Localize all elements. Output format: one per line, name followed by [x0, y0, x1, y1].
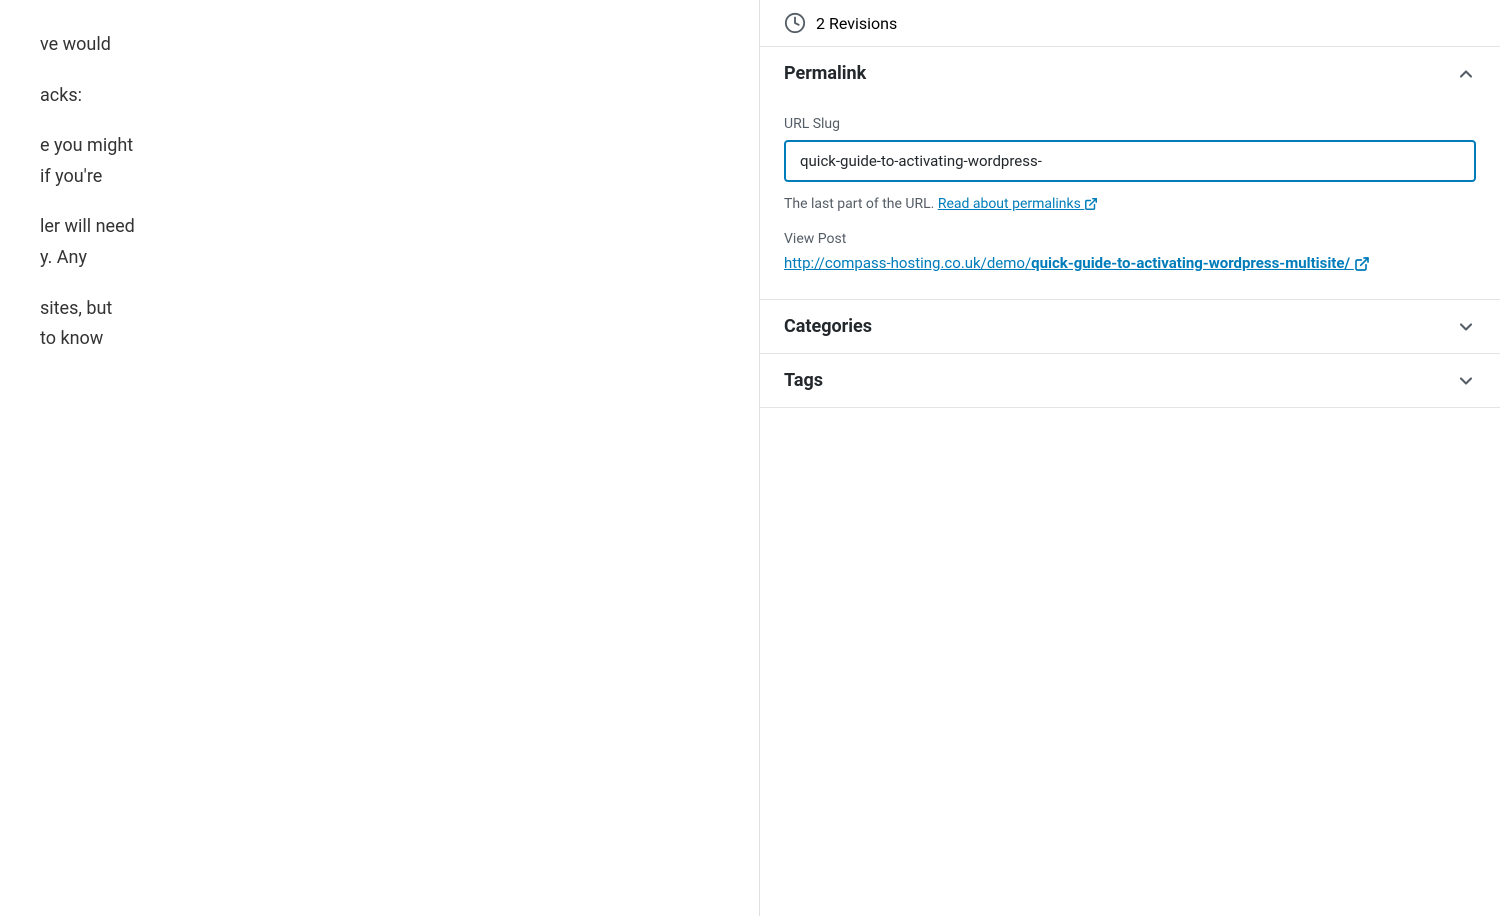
read-about-permalinks-link[interactable]: Read about permalinks	[938, 196, 1099, 212]
paragraph-3: e you might if you're	[40, 131, 719, 192]
paragraph-5: sites, but to know	[40, 294, 719, 355]
paragraph-1: ve would	[40, 30, 719, 61]
permalink-header[interactable]: Permalink	[760, 47, 1500, 100]
paragraph-2: acks:	[40, 81, 719, 112]
categories-header[interactable]: Categories	[760, 300, 1500, 353]
permalink-section: Permalink URL Slug The last part of the …	[760, 47, 1500, 300]
left-content: ve would acks: e you might if you're ler…	[40, 30, 719, 355]
permalink-body: URL Slug The last part of the URL. Read …	[760, 100, 1500, 299]
right-panel: 2 Revisions Permalink URL Slug The last …	[760, 0, 1500, 916]
view-post-url-link[interactable]: http://compass-hosting.co.uk/demo/quick-…	[784, 254, 1370, 272]
clock-icon	[784, 12, 806, 34]
url-slug-label: URL Slug	[784, 116, 1476, 132]
view-post-url-bold: quick-guide-to-activating-wordpress-mult…	[1031, 254, 1350, 272]
url-slug-input[interactable]	[784, 140, 1476, 182]
external-link-icon	[1084, 197, 1098, 211]
permalink-title: Permalink	[784, 63, 866, 84]
view-post-label: View Post	[784, 231, 1476, 247]
categories-section: Categories	[760, 300, 1500, 354]
categories-chevron-down-icon	[1456, 317, 1476, 337]
view-post-url-prefix: http://compass-hosting.co.uk/demo/	[784, 254, 1031, 272]
tags-chevron-down-icon	[1456, 371, 1476, 391]
permalink-chevron-up-icon	[1456, 64, 1476, 84]
view-post-external-link-icon	[1354, 256, 1370, 272]
left-panel: ve would acks: e you might if you're ler…	[0, 0, 760, 916]
revisions-row[interactable]: 2 Revisions	[760, 0, 1500, 47]
permalink-help-text: The last part of the URL. Read about per…	[784, 194, 1476, 215]
categories-title: Categories	[784, 316, 872, 337]
paragraph-4: ler will need y. Any	[40, 212, 719, 273]
tags-section: Tags	[760, 354, 1500, 408]
revisions-label: 2 Revisions	[816, 14, 897, 33]
tags-title: Tags	[784, 370, 823, 391]
tags-header[interactable]: Tags	[760, 354, 1500, 407]
